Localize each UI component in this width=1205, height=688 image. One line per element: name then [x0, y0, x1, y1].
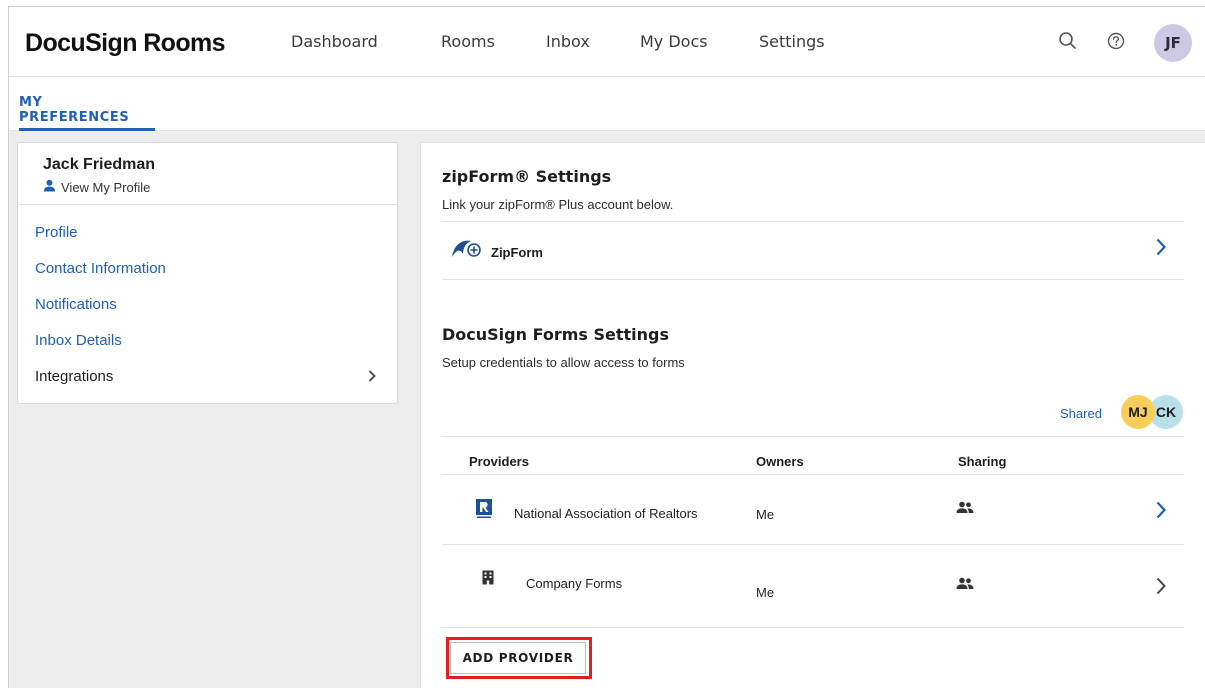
brand-logo[interactable]: DocuSign Rooms [25, 29, 226, 58]
nav-settings[interactable]: Settings [759, 32, 825, 51]
provider-name: National Association of Realtors [514, 506, 698, 521]
people-icon [956, 577, 974, 596]
chevron-right-icon[interactable] [1155, 237, 1167, 263]
divider [442, 544, 1184, 545]
nav-my-docs[interactable]: My Docs [640, 32, 708, 51]
divider [442, 279, 1184, 280]
realtor-logo-icon [476, 499, 492, 524]
preferences-sidebar: Jack Friedman View My Profile Profile Co… [17, 142, 398, 404]
user-name: Jack Friedman [43, 156, 156, 173]
tab-my-preferences[interactable]: MY PREFERENCES [19, 77, 155, 131]
forms-settings-title: DocuSign Forms Settings [442, 325, 670, 344]
sidebar-item-notifications[interactable]: Notifications [35, 296, 117, 313]
provider-name: Company Forms [526, 576, 623, 591]
avatar: MJ [1121, 395, 1155, 429]
divider [442, 436, 1184, 437]
divider [18, 204, 397, 205]
divider [442, 627, 1184, 628]
column-header-sharing: Sharing [958, 454, 1007, 469]
person-icon [43, 179, 56, 195]
integrations-panel: zipForm® Settings Link your zipForm® Plu… [420, 142, 1205, 688]
nav-inbox[interactable]: Inbox [546, 32, 590, 51]
nav-rooms[interactable]: Rooms [441, 32, 495, 51]
zipform-logo-icon [450, 235, 484, 266]
zipform-label: ZipForm [491, 245, 543, 260]
owner-value: Me [756, 585, 775, 600]
sidebar-item-integrations[interactable]: Integrations [35, 368, 113, 385]
people-icon [956, 501, 974, 520]
chevron-right-icon[interactable] [1155, 500, 1167, 526]
sub-nav: MY PREFERENCES [9, 77, 1205, 131]
view-profile-label: View My Profile [61, 179, 151, 195]
nav-dashboard[interactable]: Dashboard [291, 32, 378, 51]
sidebar-item-profile[interactable]: Profile [35, 224, 78, 241]
column-header-providers: Providers [469, 454, 529, 469]
sidebar-item-contact-information[interactable]: Contact Information [35, 260, 166, 277]
view-profile-link[interactable]: View My Profile [43, 179, 150, 195]
owner-value: Me [756, 507, 775, 522]
building-icon [482, 570, 494, 590]
top-nav: DocuSign Rooms Dashboard Rooms Inbox My … [9, 7, 1205, 77]
zipform-settings-subtitle: Link your zipForm® Plus account below. [442, 197, 674, 212]
zipform-row[interactable]: ZipForm [442, 221, 1184, 279]
search-icon[interactable] [1058, 29, 1078, 58]
chevron-right-icon [367, 369, 377, 386]
user-avatar[interactable]: JF [1154, 24, 1192, 62]
add-provider-button[interactable]: ADD PROVIDER [450, 642, 586, 674]
app-frame: DocuSign Rooms Dashboard Rooms Inbox My … [8, 6, 1205, 688]
help-icon[interactable] [1106, 31, 1126, 56]
chevron-right-icon[interactable] [1155, 576, 1167, 602]
shared-link[interactable]: Shared [1060, 406, 1102, 421]
column-header-owners: Owners [756, 454, 804, 469]
divider [442, 474, 1184, 475]
sidebar-item-inbox-details[interactable]: Inbox Details [35, 332, 122, 349]
zipform-settings-title: zipForm® Settings [442, 167, 612, 186]
forms-settings-subtitle: Setup credentials to allow access to for… [442, 355, 685, 370]
